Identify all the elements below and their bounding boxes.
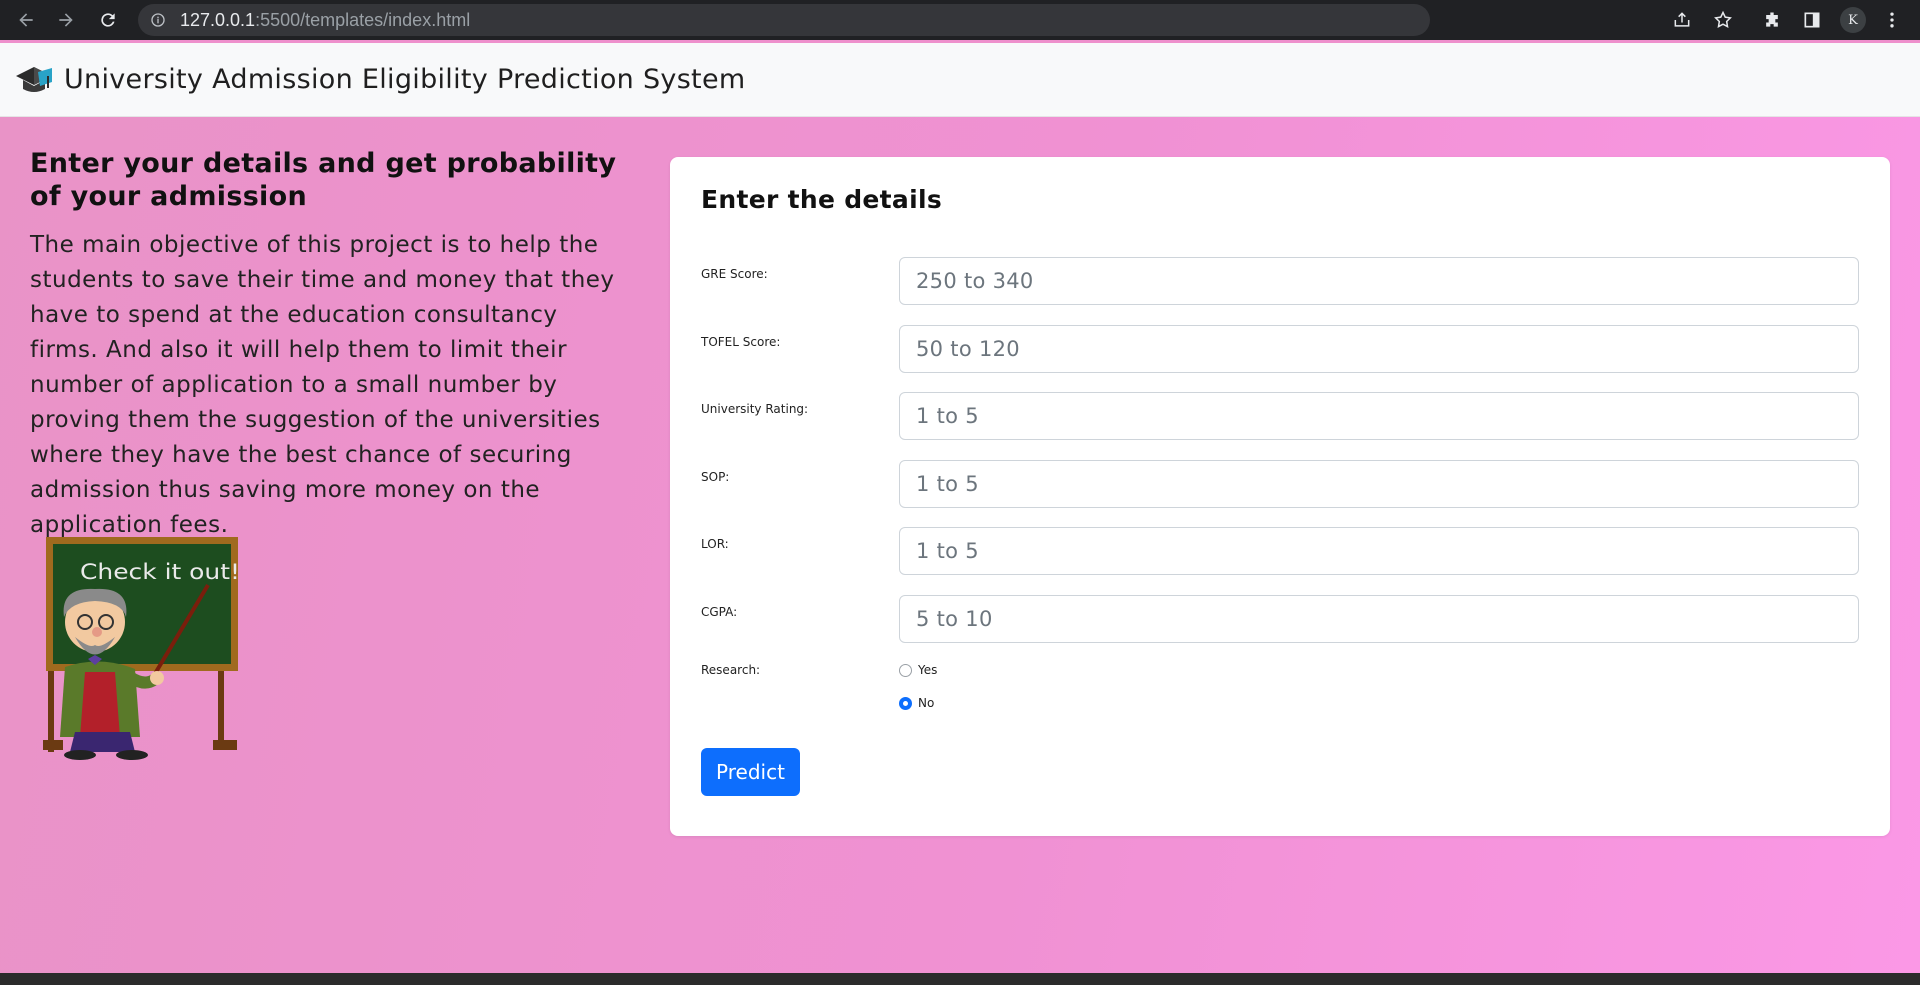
tofel-row: TOFEL Score: — [701, 325, 1861, 373]
info-icon — [151, 13, 165, 27]
research-no-radio[interactable] — [899, 696, 912, 710]
main-content: Enter your details and get probability o… — [0, 117, 1920, 973]
graduation-cap-icon — [16, 66, 52, 92]
profile-avatar[interactable]: K — [1840, 7, 1866, 33]
address-bar[interactable]: 127.0.0.1:5500/templates/index.html — [138, 4, 1430, 36]
cgpa-row: CGPA: — [701, 595, 1861, 643]
url-host: 127.0.0.1 — [180, 9, 256, 30]
university-rating-label: University Rating: — [701, 402, 809, 416]
sop-row: SOP: — [701, 460, 1861, 508]
more-menu-icon[interactable] — [1880, 8, 1904, 32]
research-no-label[interactable]: No — [918, 696, 934, 710]
lor-row: LOR: — [701, 527, 1861, 575]
intro-description: The main objective of this project is to… — [30, 232, 615, 538]
university-rating-row: University Rating: — [701, 392, 1861, 440]
extensions-icon[interactable] — [1760, 8, 1784, 32]
url-path: :5500/templates/index.html — [255, 9, 471, 30]
bookmark-star-icon[interactable] — [1711, 8, 1735, 32]
details-form-card: Enter the details GRE Score: TOFEL Score… — [670, 157, 1890, 836]
navbar: University Admission Eligibility Predict… — [0, 43, 1920, 117]
cgpa-label: CGPA: — [701, 605, 738, 619]
cgpa-input[interactable] — [899, 595, 1859, 643]
reload-icon — [101, 13, 115, 27]
research-no-option[interactable]: No — [899, 696, 934, 710]
forward-button[interactable] — [46, 0, 86, 40]
intro-section: Enter your details and get probability o… — [30, 147, 630, 543]
tofel-label: TOFEL Score: — [701, 335, 781, 349]
reload-button[interactable] — [88, 0, 128, 40]
research-yes-option[interactable]: Yes — [899, 663, 937, 677]
predict-button[interactable]: Predict — [701, 748, 800, 796]
lor-label: LOR: — [701, 537, 729, 551]
lor-input[interactable] — [899, 527, 1859, 575]
gre-label: GRE Score: — [701, 267, 768, 281]
sop-input[interactable] — [899, 460, 1859, 508]
teacher-illustration: Check it out! — [43, 537, 240, 760]
university-rating-input[interactable] — [899, 392, 1859, 440]
taskbar-strip — [0, 973, 1920, 985]
sop-label: SOP: — [701, 470, 730, 484]
intro-heading: Enter your details and get probability o… — [30, 148, 617, 212]
gre-input[interactable] — [899, 257, 1859, 305]
tofel-input[interactable] — [899, 325, 1859, 373]
side-panel-icon[interactable] — [1800, 8, 1824, 32]
research-yes-radio[interactable] — [899, 663, 912, 677]
share-icon[interactable] — [1670, 8, 1694, 32]
arrow-right-icon — [59, 13, 73, 27]
browser-toolbar: 127.0.0.1:5500/templates/index.html K — [0, 0, 1920, 40]
form-heading: Enter the details — [701, 185, 943, 214]
research-yes-label[interactable]: Yes — [918, 663, 937, 677]
board-text: Check it out! — [80, 560, 240, 584]
back-button[interactable] — [6, 0, 46, 40]
gre-row: GRE Score: — [701, 257, 1861, 305]
arrow-left-icon — [19, 13, 33, 27]
research-label: Research: — [701, 663, 761, 677]
site-title[interactable]: University Admission Eligibility Predict… — [64, 64, 745, 95]
